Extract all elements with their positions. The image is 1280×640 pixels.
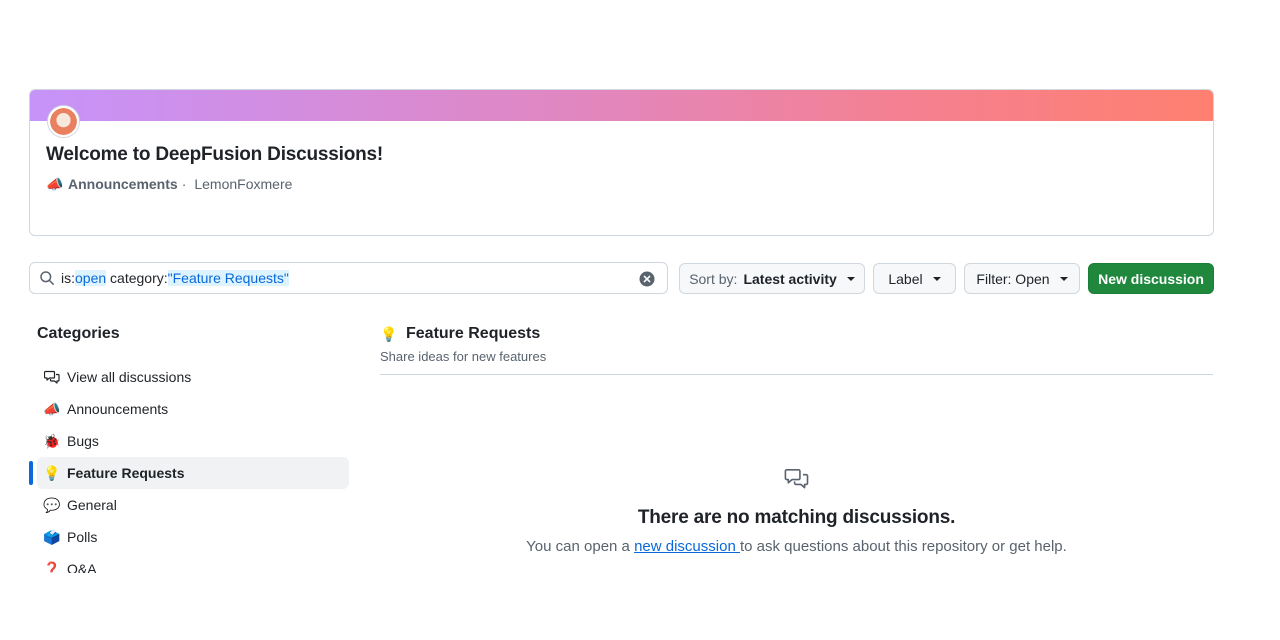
filter-button-text: Filter: Open [976, 270, 1050, 287]
sort-by-button[interactable]: Sort by: Latest activity [679, 263, 865, 294]
query-category-token: "Feature Requests" [167, 270, 289, 286]
search-query[interactable]: is:open category:"Feature Requests" [61, 270, 289, 286]
chevron-down-icon [846, 276, 855, 281]
ballot-box-icon: 🗳️ [43, 529, 61, 545]
sidebar-item-label: Q&A [67, 561, 97, 573]
sidebar-item-feature-requests[interactable]: 💡 Feature Requests [29, 457, 349, 489]
announcement-banner [30, 90, 1213, 121]
category-header: 💡 Feature Requests [380, 325, 540, 343]
category-title: 💡 Feature Requests [380, 325, 540, 343]
sidebar-item-label: General [67, 497, 117, 513]
announcement-title[interactable]: Welcome to DeepFusion Discussions! [46, 144, 383, 166]
empty-state-title: There are no matching discussions. [637, 507, 956, 528]
category-description: Share ideas for new features [380, 349, 547, 364]
discussion-icon [784, 468, 808, 489]
sidebar-item-bugs[interactable]: 🐞 Bugs [29, 425, 349, 457]
announcement-card[interactable]: Welcome to DeepFusion Discussions! 📣 Ann… [29, 89, 1214, 236]
new-discussion-link[interactable]: new discussion [634, 538, 740, 555]
query-prefix: is: [61, 270, 75, 286]
speech-balloon-icon: 💬 [43, 497, 61, 513]
empty-text-before: You can open a [526, 538, 635, 555]
sort-by-value: Latest activity [743, 270, 837, 287]
categories-list: View all discussions 📣 Announcements 🐞 B… [29, 361, 349, 573]
discussion-icon [44, 370, 60, 384]
sidebar-item-label: Bugs [67, 433, 99, 449]
lightbulb-icon: 💡 [43, 465, 61, 481]
category-title-text: Feature Requests [406, 325, 541, 342]
empty-state: There are no matching discussions. You c… [380, 466, 1213, 555]
categories-heading: Categories [37, 325, 120, 342]
announcement-meta: 📣 Announcements · LemonFoxmere [46, 176, 292, 192]
announcement-author[interactable]: LemonFoxmere [194, 176, 292, 192]
empty-text-after: to ask questions about this repository o… [739, 538, 1067, 555]
search-input[interactable]: is:open category:"Feature Requests" [29, 262, 668, 294]
sort-by-prefix: Sort by: [689, 270, 738, 287]
meta-separator: · [181, 176, 187, 192]
sidebar-item-announcements[interactable]: 📣 Announcements [29, 393, 349, 425]
sidebar-item-general[interactable]: 💬 General [29, 489, 349, 521]
megaphone-icon: 📣 [43, 401, 61, 417]
query-middle: category: [106, 270, 168, 286]
sidebar-item-polls[interactable]: 🗳️ Polls [29, 521, 349, 553]
chevron-down-icon [1059, 276, 1068, 281]
new-discussion-button[interactable]: New discussion [1088, 263, 1214, 294]
ladybug-icon: 🐞 [43, 433, 61, 449]
label-button-text: Label [888, 270, 923, 287]
announcement-category[interactable]: Announcements [68, 176, 178, 192]
sidebar-item-qa[interactable]: ❓ Q&A [29, 553, 349, 573]
lightbulb-icon: 💡 [380, 326, 398, 342]
avatar-image [50, 108, 77, 135]
chevron-down-icon [932, 276, 941, 281]
sidebar-item-label: Feature Requests [67, 465, 185, 481]
megaphone-icon: 📣 [46, 176, 64, 192]
query-open-token: open [75, 270, 107, 286]
clear-search-icon[interactable] [639, 271, 655, 287]
avatar[interactable] [48, 106, 79, 137]
divider [380, 374, 1213, 375]
sidebar-item-label: Announcements [67, 401, 169, 417]
search-icon [40, 271, 54, 285]
label-button[interactable]: Label [873, 263, 956, 294]
filter-button[interactable]: Filter: Open [964, 263, 1080, 294]
question-icon: ❓ [43, 561, 61, 573]
sidebar-item-view-all[interactable]: View all discussions [29, 361, 349, 393]
sidebar-item-label: Polls [67, 529, 98, 545]
sidebar-item-label: View all discussions [67, 369, 192, 385]
empty-state-text: You can open a new discussion to ask que… [380, 538, 1213, 555]
